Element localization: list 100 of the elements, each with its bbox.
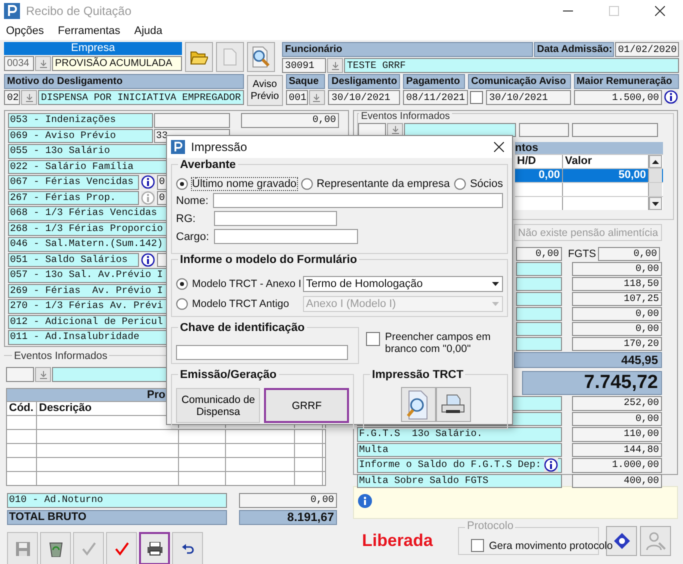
undo-icon (182, 544, 194, 554)
scroll-up-button[interactable] (649, 155, 662, 168)
dropdown-button[interactable] (308, 90, 325, 105)
radio-button[interactable] (300, 178, 313, 190)
code-field[interactable]: 001 (286, 90, 308, 105)
table-row[interactable]: 0,00 50,00 (515, 168, 663, 182)
code-field[interactable]: 0034 (4, 56, 34, 71)
toolbar-button[interactable] (40, 532, 71, 564)
info-icon[interactable] (141, 175, 155, 189)
document-icon (222, 48, 238, 66)
input-field[interactable] (214, 211, 337, 226)
event-cell: 051 - Saldo Salários (8, 252, 139, 267)
down-arrow-icon (492, 302, 498, 306)
total-amount: 445,95 (514, 352, 662, 368)
scrollbar-track[interactable] (649, 183, 662, 196)
down-arrow-icon (40, 60, 46, 68)
action-button[interactable]: Comunicado de Dispensa (176, 388, 260, 423)
event-cell (516, 307, 562, 321)
section-header: Motivo do Desligamento (4, 74, 244, 89)
radio-button[interactable] (176, 278, 188, 290)
down-arrow-icon (313, 94, 320, 102)
input-field[interactable] (176, 345, 348, 360)
dropdown-button[interactable] (35, 367, 51, 382)
date-field[interactable]: 01/02/2020 (615, 42, 679, 57)
code-field[interactable]: 02 (4, 90, 20, 105)
dropdown-button[interactable] (327, 58, 343, 73)
dropdown-button[interactable] (35, 56, 51, 71)
reason-field[interactable]: DISPENSA POR INICIATIVA EMPREGADOR (38, 90, 244, 105)
event-cell: 053 - Indenizações (8, 113, 153, 128)
toolbar-button[interactable] (139, 532, 170, 564)
toolbar-button[interactable] (172, 532, 203, 564)
date-field[interactable]: 30/10/2021 (486, 90, 571, 105)
event-label: Informe o Saldo do F.G.T.S Dep: (359, 459, 542, 472)
check-icon (82, 542, 96, 556)
info-icon[interactable] (141, 252, 155, 266)
info-icon (358, 494, 372, 508)
info-icon[interactable] (664, 90, 678, 104)
event-label: Multa (359, 444, 388, 456)
section-header: Comunicação Aviso (468, 74, 571, 89)
amount-cell: 0,00 (241, 113, 339, 128)
input-field[interactable] (214, 229, 358, 244)
input-field[interactable] (519, 123, 569, 137)
dropdown-button[interactable] (21, 90, 37, 105)
section-header: Maior Remuneração (574, 74, 679, 89)
code-field[interactable] (6, 367, 34, 382)
print-preview-button[interactable] (400, 387, 436, 422)
info-icon[interactable] (544, 458, 558, 472)
date-field[interactable]: 30/10/2021 (328, 90, 400, 105)
company-field[interactable]: PROVISÃO ACUMULADA (52, 56, 182, 71)
down-arrow-icon (26, 94, 32, 102)
close-icon[interactable] (655, 6, 665, 16)
employee-field[interactable]: TESTE GRRF (344, 58, 679, 73)
down-arrow-icon (332, 62, 338, 70)
event-cell: 067 - Férias Vencidas (8, 175, 139, 190)
down-arrow-icon (492, 282, 498, 286)
action-button[interactable]: GRRF (264, 388, 349, 423)
fill-blanks-checkbox[interactable]: Preencher campos em branco com "0,00" (364, 331, 506, 355)
amount-cell: 0,00 (598, 247, 660, 261)
amount-cell: 107,25 (572, 292, 662, 306)
input-field[interactable] (212, 193, 503, 208)
form-dropdown[interactable]: Termo de Homologação (303, 276, 503, 292)
save-icon (16, 542, 30, 556)
amount-cell: 144,80 (572, 442, 662, 457)
up-arrow-icon (652, 160, 659, 164)
group-label: Eventos Informados (359, 111, 452, 122)
input-field[interactable] (572, 123, 658, 137)
menu-item[interactable]: Ajuda (134, 25, 162, 37)
status-label: Liberada (361, 531, 434, 551)
amount-field[interactable]: 1.500,00 (574, 90, 662, 105)
app-logo-icon (4, 3, 20, 19)
window-title: Recibo de Quitação (26, 4, 132, 18)
field-label: Data Admissão: (534, 42, 614, 57)
notice-button[interactable]: Aviso Prévio (246, 75, 283, 106)
radio-button[interactable] (454, 178, 466, 190)
close-icon[interactable] (494, 142, 504, 152)
amount-cell: 0,00 (572, 412, 662, 426)
radio-option[interactable]: Representante da empresa (300, 178, 450, 190)
person-icon (646, 531, 666, 551)
scroll-down-button[interactable] (649, 197, 662, 210)
open-folder-button[interactable] (185, 42, 213, 72)
amount-cell: 0,00 (572, 262, 662, 276)
diamond-icon (614, 533, 630, 549)
section-header: Saque (286, 74, 326, 89)
group-label: Impressão TRCT (370, 369, 466, 381)
group-label: Protocolo (465, 520, 516, 532)
radio-button[interactable] (176, 178, 188, 190)
print-button[interactable] (436, 387, 470, 422)
menu-item[interactable]: Ferramentas (58, 25, 120, 37)
search-button[interactable] (247, 42, 275, 72)
app-logo-icon (171, 140, 185, 154)
event-label: Multa Sobre Saldo FGTS (359, 474, 488, 487)
checkbox[interactable] (470, 91, 484, 104)
table-cell: 0,00 (515, 169, 563, 182)
menu-item[interactable]: Opções (6, 25, 44, 37)
down-arrow-icon (40, 370, 46, 378)
group-label: Informe o modelo do Formulário (178, 254, 359, 266)
code-field[interactable]: 30091 (282, 58, 326, 73)
date-field[interactable]: 08/11/2021 (403, 90, 468, 105)
radio-option[interactable]: Sócios (454, 178, 503, 190)
folder-icon (190, 50, 208, 64)
